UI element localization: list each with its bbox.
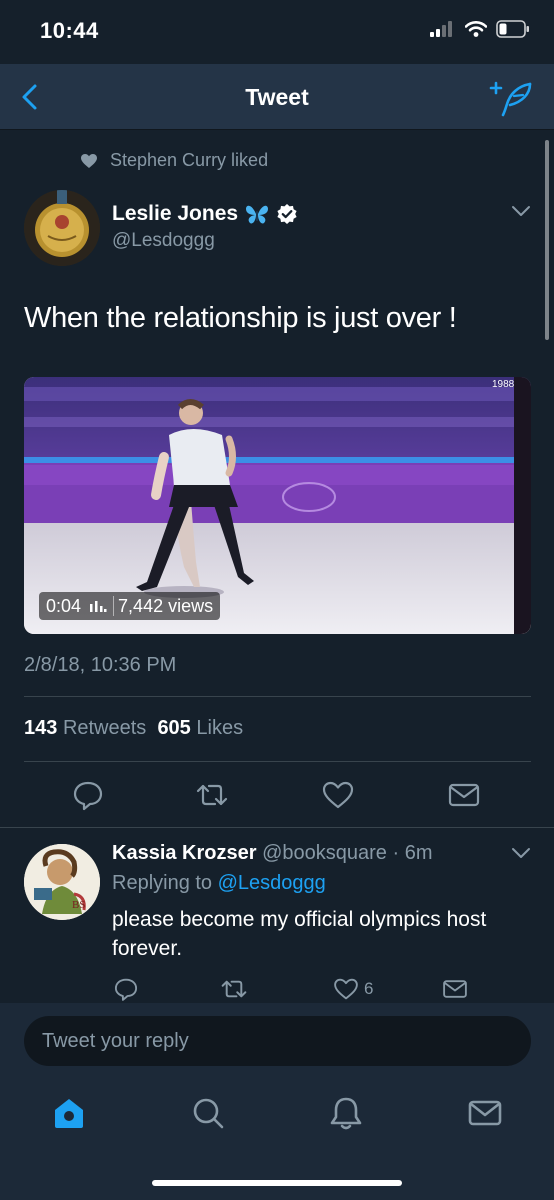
reply-icon	[114, 978, 138, 1001]
reply-text: please become my official olympics host …	[112, 908, 487, 960]
status-time: 10:44	[40, 18, 99, 43]
home-icon	[55, 1099, 83, 1128]
reply-author-avatar[interactable]: BS	[24, 844, 100, 920]
page-title: Tweet	[245, 84, 309, 110]
author-name-text: Leslie Jones	[112, 202, 239, 225]
retweet-icon	[221, 980, 247, 998]
tweet-timestamp: 2/8/18, 10:36 PM	[24, 654, 177, 676]
tweet-text: When the relationship is just over !	[24, 302, 457, 334]
retweets-count: 143	[24, 717, 58, 739]
tab-notifications[interactable]	[326, 1093, 366, 1133]
wifi-icon	[465, 21, 487, 37]
divider	[0, 827, 554, 828]
reply-icon	[73, 781, 103, 811]
chevron-down-icon	[512, 206, 530, 216]
reply-likes-count: 6	[364, 979, 374, 998]
home-indicator[interactable]	[152, 1180, 402, 1186]
signal-icon	[430, 21, 456, 37]
video-stats-badge: 0:04 7,442 views	[39, 592, 221, 620]
social-context: Stephen Curry liked	[80, 150, 268, 171]
divider	[24, 761, 531, 762]
svg-text:BS: BS	[72, 899, 85, 911]
search-icon	[193, 1098, 224, 1129]
author-name[interactable]: Leslie Jones	[112, 202, 298, 226]
tweet-stats[interactable]: 143 Retweets 605 Likes	[24, 717, 243, 740]
tab-search[interactable]	[188, 1093, 228, 1133]
likes-count: 605	[157, 717, 191, 739]
verified-badge-icon	[277, 204, 297, 224]
likes-label: Likes	[196, 717, 244, 739]
notifications-bell-icon	[330, 1097, 362, 1130]
retweet-icon	[196, 784, 228, 806]
replying-to-handle[interactable]: @Lesdoggg	[218, 872, 326, 894]
heart-outline-icon	[334, 978, 358, 1000]
author-avatar[interactable]	[24, 190, 100, 266]
envelope-icon	[443, 980, 467, 998]
chevron-down-icon	[512, 848, 530, 858]
reply-time: · 6m	[392, 842, 433, 864]
reply-reply-button[interactable]	[112, 976, 140, 1002]
like-button[interactable]	[320, 779, 356, 811]
heart-outline-icon	[322, 781, 354, 809]
heart-icon	[81, 153, 97, 168]
tweet-options-button[interactable]	[510, 204, 532, 218]
video-duration: 0:04	[46, 595, 82, 616]
tweet-reply-input[interactable]: Tweet your reply	[24, 1016, 531, 1066]
social-context-text: Stephen Curry liked	[110, 150, 269, 170]
share-via-dm-button[interactable]	[446, 779, 482, 811]
reply-author-name: Kassia Krozser	[112, 842, 257, 864]
butterfly-emoji-icon	[246, 205, 269, 224]
reply-share-button[interactable]	[441, 976, 469, 1002]
battery-icon	[496, 20, 530, 38]
retweet-button[interactable]	[194, 779, 230, 811]
envelope-icon	[448, 783, 480, 807]
retweets-label: Retweets	[62, 717, 147, 739]
tab-home[interactable]	[49, 1093, 89, 1133]
messages-envelope-icon	[468, 1100, 502, 1126]
tab-messages[interactable]	[465, 1093, 505, 1133]
scrollbar-thumb[interactable]	[545, 140, 549, 340]
compose-tweet-button[interactable]	[488, 80, 534, 118]
replying-to-prefix: Replying to	[112, 872, 213, 894]
reply-button[interactable]	[70, 779, 106, 811]
svg-text:1988: 1988	[492, 379, 515, 390]
reply-options-button[interactable]	[510, 846, 532, 860]
compose-feather-icon	[489, 81, 532, 117]
video-views: 7,442 views	[118, 595, 214, 616]
author-handle[interactable]: @Lesdoggg	[112, 230, 215, 252]
divider	[24, 696, 531, 697]
replying-to: Replying to @Lesdoggg	[112, 872, 326, 895]
view-count-icon	[90, 601, 107, 612]
status-icons	[430, 20, 530, 38]
reply-header[interactable]: Kassia Krozser @booksquare · 6m	[112, 842, 432, 865]
reply-retweet-button[interactable]	[219, 976, 249, 1002]
reply-author-handle: @booksquare	[262, 842, 387, 864]
reply-like-button[interactable]: 6	[332, 976, 373, 1002]
